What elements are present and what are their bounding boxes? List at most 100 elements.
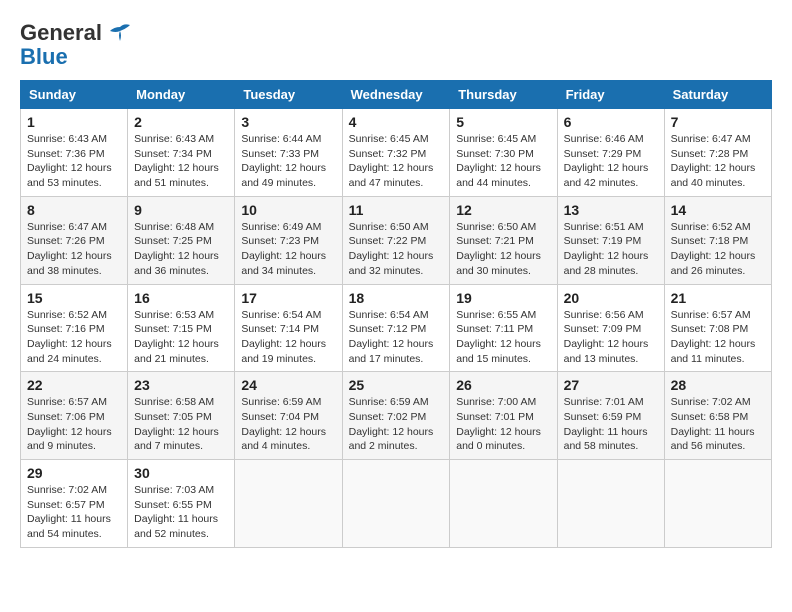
sunrise-label: Sunrise: 6:45 AM <box>349 133 429 145</box>
day-info: Sunrise: 6:50 AM Sunset: 7:21 PM Dayligh… <box>456 220 550 279</box>
sunset-label: Sunset: 7:26 PM <box>27 235 105 247</box>
sunrise-label: Sunrise: 6:54 AM <box>349 309 429 321</box>
daylight-label: Daylight: 11 hours and 56 minutes. <box>671 426 755 453</box>
calendar-cell: 19 Sunrise: 6:55 AM Sunset: 7:11 PM Dayl… <box>450 284 557 372</box>
sunrise-label: Sunrise: 7:02 AM <box>671 396 751 408</box>
sunset-label: Sunset: 7:14 PM <box>241 323 319 335</box>
sunrise-label: Sunrise: 6:50 AM <box>349 221 429 233</box>
daylight-label: Daylight: 12 hours and 21 minutes. <box>134 338 219 365</box>
sunrise-label: Sunrise: 6:52 AM <box>27 309 107 321</box>
day-info: Sunrise: 7:03 AM Sunset: 6:55 PM Dayligh… <box>134 483 228 542</box>
sunset-label: Sunset: 7:19 PM <box>564 235 642 247</box>
day-info: Sunrise: 6:43 AM Sunset: 7:36 PM Dayligh… <box>27 132 121 191</box>
daylight-label: Daylight: 12 hours and 28 minutes. <box>564 250 649 277</box>
day-number: 5 <box>456 114 550 130</box>
day-info: Sunrise: 6:58 AM Sunset: 7:05 PM Dayligh… <box>134 395 228 454</box>
col-header-thursday: Thursday <box>450 81 557 109</box>
calendar-cell: 26 Sunrise: 7:00 AM Sunset: 7:01 PM Dayl… <box>450 372 557 460</box>
sunset-label: Sunset: 7:25 PM <box>134 235 212 247</box>
day-info: Sunrise: 6:48 AM Sunset: 7:25 PM Dayligh… <box>134 220 228 279</box>
calendar: SundayMondayTuesdayWednesdayThursdayFrid… <box>20 80 772 548</box>
day-number: 7 <box>671 114 765 130</box>
daylight-label: Daylight: 12 hours and 26 minutes. <box>671 250 756 277</box>
daylight-label: Daylight: 12 hours and 38 minutes. <box>27 250 112 277</box>
daylight-label: Daylight: 12 hours and 2 minutes. <box>349 426 434 453</box>
sunset-label: Sunset: 7:08 PM <box>671 323 749 335</box>
day-info: Sunrise: 6:57 AM Sunset: 7:06 PM Dayligh… <box>27 395 121 454</box>
sunset-label: Sunset: 7:18 PM <box>671 235 749 247</box>
col-header-monday: Monday <box>128 81 235 109</box>
sunrise-label: Sunrise: 7:02 AM <box>27 484 107 496</box>
sunrise-label: Sunrise: 7:00 AM <box>456 396 536 408</box>
sunset-label: Sunset: 7:21 PM <box>456 235 534 247</box>
sunset-label: Sunset: 7:28 PM <box>671 148 749 160</box>
daylight-label: Daylight: 12 hours and 4 minutes. <box>241 426 326 453</box>
sunrise-label: Sunrise: 6:50 AM <box>456 221 536 233</box>
sunset-label: Sunset: 7:29 PM <box>564 148 642 160</box>
calendar-cell: 20 Sunrise: 6:56 AM Sunset: 7:09 PM Dayl… <box>557 284 664 372</box>
day-number: 9 <box>134 202 228 218</box>
daylight-label: Daylight: 12 hours and 44 minutes. <box>456 162 541 189</box>
sunset-label: Sunset: 6:57 PM <box>27 499 105 511</box>
col-header-saturday: Saturday <box>664 81 771 109</box>
col-header-tuesday: Tuesday <box>235 81 342 109</box>
day-number: 13 <box>564 202 658 218</box>
sunrise-label: Sunrise: 6:46 AM <box>564 133 644 145</box>
day-number: 30 <box>134 465 228 481</box>
daylight-label: Daylight: 12 hours and 42 minutes. <box>564 162 649 189</box>
day-number: 14 <box>671 202 765 218</box>
day-info: Sunrise: 6:44 AM Sunset: 7:33 PM Dayligh… <box>241 132 335 191</box>
calendar-cell <box>235 460 342 548</box>
calendar-cell: 8 Sunrise: 6:47 AM Sunset: 7:26 PM Dayli… <box>21 196 128 284</box>
sunrise-label: Sunrise: 6:54 AM <box>241 309 321 321</box>
day-info: Sunrise: 6:47 AM Sunset: 7:28 PM Dayligh… <box>671 132 765 191</box>
daylight-label: Daylight: 12 hours and 0 minutes. <box>456 426 541 453</box>
daylight-label: Daylight: 12 hours and 19 minutes. <box>241 338 326 365</box>
daylight-label: Daylight: 11 hours and 54 minutes. <box>27 513 111 540</box>
daylight-label: Daylight: 12 hours and 36 minutes. <box>134 250 219 277</box>
day-info: Sunrise: 6:53 AM Sunset: 7:15 PM Dayligh… <box>134 308 228 367</box>
day-info: Sunrise: 7:02 AM Sunset: 6:57 PM Dayligh… <box>27 483 121 542</box>
day-number: 17 <box>241 290 335 306</box>
sunset-label: Sunset: 7:06 PM <box>27 411 105 423</box>
day-info: Sunrise: 6:59 AM Sunset: 7:02 PM Dayligh… <box>349 395 444 454</box>
day-number: 25 <box>349 377 444 393</box>
daylight-label: Daylight: 12 hours and 30 minutes. <box>456 250 541 277</box>
sunset-label: Sunset: 7:12 PM <box>349 323 427 335</box>
day-number: 10 <box>241 202 335 218</box>
sunrise-label: Sunrise: 6:53 AM <box>134 309 214 321</box>
daylight-label: Daylight: 12 hours and 9 minutes. <box>27 426 112 453</box>
day-number: 16 <box>134 290 228 306</box>
day-number: 29 <box>27 465 121 481</box>
sunrise-label: Sunrise: 6:55 AM <box>456 309 536 321</box>
day-info: Sunrise: 6:52 AM Sunset: 7:16 PM Dayligh… <box>27 308 121 367</box>
daylight-label: Daylight: 12 hours and 51 minutes. <box>134 162 219 189</box>
sunrise-label: Sunrise: 7:01 AM <box>564 396 644 408</box>
calendar-cell: 4 Sunrise: 6:45 AM Sunset: 7:32 PM Dayli… <box>342 109 450 197</box>
day-info: Sunrise: 6:51 AM Sunset: 7:19 PM Dayligh… <box>564 220 658 279</box>
calendar-cell <box>450 460 557 548</box>
sunrise-label: Sunrise: 6:51 AM <box>564 221 644 233</box>
sunset-label: Sunset: 6:58 PM <box>671 411 749 423</box>
calendar-cell: 3 Sunrise: 6:44 AM Sunset: 7:33 PM Dayli… <box>235 109 342 197</box>
day-info: Sunrise: 6:49 AM Sunset: 7:23 PM Dayligh… <box>241 220 335 279</box>
calendar-cell: 30 Sunrise: 7:03 AM Sunset: 6:55 PM Dayl… <box>128 460 235 548</box>
day-number: 18 <box>349 290 444 306</box>
sunset-label: Sunset: 7:09 PM <box>564 323 642 335</box>
day-number: 19 <box>456 290 550 306</box>
calendar-cell: 5 Sunrise: 6:45 AM Sunset: 7:30 PM Dayli… <box>450 109 557 197</box>
calendar-cell: 12 Sunrise: 6:50 AM Sunset: 7:21 PM Dayl… <box>450 196 557 284</box>
calendar-cell: 7 Sunrise: 6:47 AM Sunset: 7:28 PM Dayli… <box>664 109 771 197</box>
calendar-cell <box>342 460 450 548</box>
daylight-label: Daylight: 12 hours and 49 minutes. <box>241 162 326 189</box>
calendar-cell: 21 Sunrise: 6:57 AM Sunset: 7:08 PM Dayl… <box>664 284 771 372</box>
sunset-label: Sunset: 7:01 PM <box>456 411 534 423</box>
calendar-cell: 2 Sunrise: 6:43 AM Sunset: 7:34 PM Dayli… <box>128 109 235 197</box>
calendar-cell: 15 Sunrise: 6:52 AM Sunset: 7:16 PM Dayl… <box>21 284 128 372</box>
day-number: 2 <box>134 114 228 130</box>
sunrise-label: Sunrise: 6:44 AM <box>241 133 321 145</box>
sunset-label: Sunset: 7:30 PM <box>456 148 534 160</box>
col-header-wednesday: Wednesday <box>342 81 450 109</box>
sunrise-label: Sunrise: 6:59 AM <box>241 396 321 408</box>
calendar-cell <box>557 460 664 548</box>
